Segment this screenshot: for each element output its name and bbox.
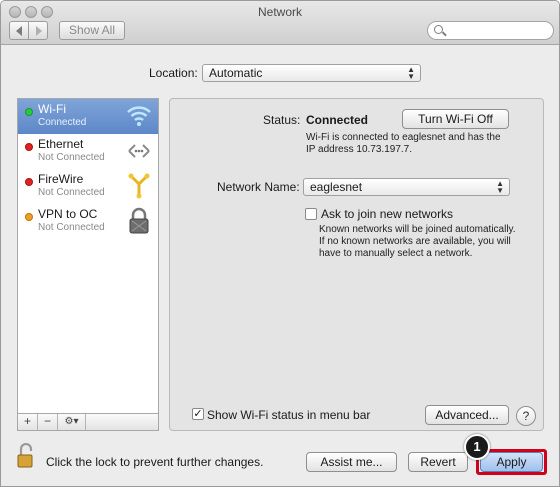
status-dot-red xyxy=(25,143,33,151)
service-item-wifi[interactable]: Wi-Fi Connected xyxy=(18,99,158,134)
show-all-button[interactable]: Show All xyxy=(59,21,125,40)
ask-to-join-description-line: Known networks will be joined automatica… xyxy=(319,224,516,235)
network-name-value: eaglesnet xyxy=(310,180,363,194)
status-dot-orange xyxy=(25,213,33,221)
search-icon xyxy=(434,25,443,34)
service-actions-button[interactable]: ⚙▾ xyxy=(58,414,86,430)
status-dot-red xyxy=(25,178,33,186)
unlocked-lock-icon[interactable] xyxy=(17,443,35,469)
network-name-select[interactable]: eaglesnet ▲ ▼ xyxy=(303,178,510,196)
title-bar: Network Show All xyxy=(1,1,559,45)
status-dot-green xyxy=(25,108,33,116)
location-label: Location: xyxy=(149,66,198,80)
add-service-button[interactable]: + xyxy=(18,414,38,430)
search-input[interactable] xyxy=(427,21,554,40)
revert-button[interactable]: Revert xyxy=(408,452,468,472)
location-select[interactable]: Automatic ▲ ▼ xyxy=(202,64,421,82)
location-value: Automatic xyxy=(209,66,263,80)
status-description-line: Wi-Fi is connected to eaglesnet and has … xyxy=(306,132,501,143)
updown-arrows-icon: ▲ ▼ xyxy=(407,65,415,81)
status-description: Wi-Fi is connected to eaglesnet and has … xyxy=(306,132,501,156)
wifi-icon xyxy=(127,106,151,126)
service-name: Ethernet xyxy=(38,137,84,151)
show-wifi-status-checkbox[interactable]: ✓ xyxy=(192,408,204,420)
ask-to-join-description: Known networks will be joined automatica… xyxy=(319,224,516,260)
step-callout-badge: 1 xyxy=(464,434,490,460)
status-value: Connected xyxy=(306,113,369,127)
updown-arrows-icon: ▲ ▼ xyxy=(496,179,504,195)
lock-instruction-text: Click the lock to prevent further change… xyxy=(46,455,264,469)
window-title: Network xyxy=(257,5,302,19)
ask-to-join-description-line: If no known networks are available, you … xyxy=(319,236,511,247)
ask-to-join-description-line: have to manually select a network. xyxy=(319,248,473,259)
network-preferences-window: Network Show All Location: Automatic ▲ ▼ … xyxy=(0,0,560,487)
service-status: Connected xyxy=(38,117,87,128)
service-list: Wi-Fi Connected Ethernet Not Connected F… xyxy=(17,98,159,414)
back-button[interactable] xyxy=(9,21,29,40)
show-wifi-status-label: Show Wi-Fi status in menu bar xyxy=(207,408,371,422)
service-item-ethernet[interactable]: Ethernet Not Connected xyxy=(18,134,158,169)
service-status: Not Connected xyxy=(38,187,105,198)
service-name: Wi-Fi xyxy=(38,102,66,116)
service-item-firewire[interactable]: FireWire Not Connected xyxy=(18,169,158,204)
status-label: Status: xyxy=(263,113,301,127)
service-status: Not Connected xyxy=(38,222,105,233)
help-button[interactable]: ? xyxy=(516,406,536,426)
advanced-button[interactable]: Advanced... xyxy=(425,405,509,425)
service-name: FireWire xyxy=(38,172,84,186)
service-status: Not Connected xyxy=(38,152,105,163)
service-item-vpn[interactable]: VPN to OC Not Connected xyxy=(18,204,158,239)
forward-arrow-icon xyxy=(36,26,42,36)
forward-button[interactable] xyxy=(28,21,48,40)
ethernet-icon xyxy=(128,144,150,158)
ask-to-join-checkbox[interactable] xyxy=(305,208,317,220)
assist-me-button[interactable]: Assist me... xyxy=(306,452,397,472)
status-description-line: IP address 10.73.197.7. xyxy=(306,144,413,155)
remove-service-button[interactable]: − xyxy=(38,414,58,430)
service-list-footer: + − ⚙▾ xyxy=(17,414,159,431)
network-name-label: Network Name: xyxy=(217,180,300,194)
service-name: VPN to OC xyxy=(38,207,98,221)
vpn-lock-icon xyxy=(129,207,149,234)
turn-wifi-off-button[interactable]: Turn Wi-Fi Off xyxy=(402,109,509,129)
back-arrow-icon xyxy=(16,26,22,36)
firewire-icon xyxy=(128,173,150,199)
ask-to-join-label: Ask to join new networks xyxy=(321,207,454,221)
